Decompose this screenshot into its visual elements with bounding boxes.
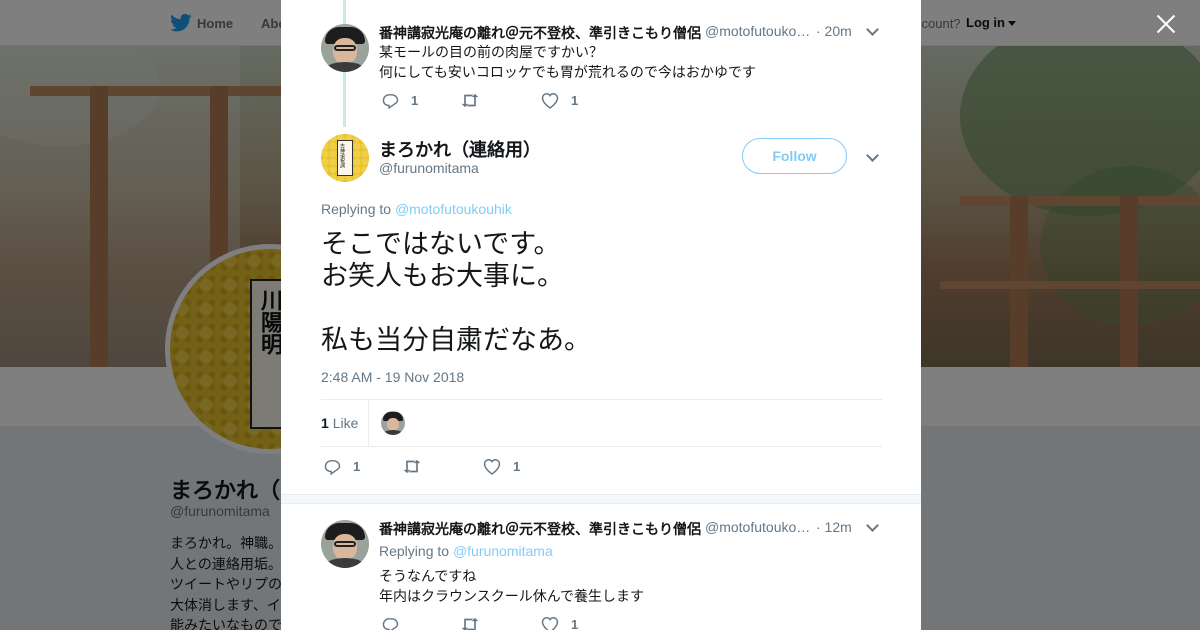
stats-divider (368, 400, 369, 446)
replying-to: Replying to @motofutoukouhik (321, 201, 512, 217)
tweet-text-line: 年内はクラウンスクール休んで養生します (379, 588, 645, 604)
like-count: 1 (513, 459, 521, 474)
chevron-down-icon[interactable] (866, 519, 879, 532)
avatar[interactable] (321, 520, 369, 568)
like-count: 1 (571, 93, 579, 108)
retweet-button[interactable] (460, 616, 492, 630)
tweet-author-handle[interactable]: @furunomitama (379, 160, 479, 176)
likes-label: Like (332, 415, 359, 431)
tweet-text-line: そこではないです。 (321, 229, 561, 259)
reply-icon (382, 94, 399, 109)
tweet-text-line: 某モールの目の前の肉屋ですかい？ (379, 44, 603, 60)
tweet-text-line: お笑人もお大事に。 (321, 261, 564, 291)
retweet-button[interactable] (402, 458, 434, 475)
follow-button[interactable]: Follow (742, 138, 847, 174)
reply-icon (382, 618, 399, 630)
tweet-text-line: 私も当分自粛だなあ。 (321, 325, 591, 355)
reply-button[interactable] (382, 616, 411, 630)
tweet-author-handle[interactable]: @motofutouko… (705, 23, 810, 39)
tweet-author-name[interactable]: 番神講寂光庵の離れ＠元不登校、準引きこもり僧侶 (379, 23, 701, 43)
retweet-icon (403, 459, 421, 474)
retweet-button[interactable] (460, 92, 492, 109)
chevron-down-icon[interactable] (866, 149, 879, 162)
likes-stat[interactable]: 1 Like (321, 415, 358, 431)
section-divider (281, 494, 921, 504)
replying-to-label: Replying to (379, 543, 453, 559)
tweet-time[interactable]: · 12m (816, 519, 852, 535)
tweet-text-line (321, 292, 591, 324)
avatar-text: 古神道祝詞 (339, 143, 345, 168)
like-button[interactable]: 1 (541, 92, 578, 109)
main-tweet-text: そこではないです。 お笑人もお大事に。 私も当分自粛だなあ。 (321, 228, 591, 356)
reply-button[interactable]: 1 (324, 458, 360, 475)
retweet-icon (461, 93, 479, 108)
reply-icon (324, 460, 341, 475)
heart-icon (541, 616, 559, 630)
tweet-modal: 番神講寂光庵の離れ＠元不登校、準引きこもり僧侶 @motofutouko… · … (281, 0, 921, 630)
reply-count: 1 (353, 459, 361, 474)
tweet-author-name[interactable]: 番神講寂光庵の離れ＠元不登校、準引きこもり僧侶 (379, 519, 701, 539)
replying-to-handle[interactable]: @motofutoukouhik (395, 201, 512, 217)
replying-to-handle[interactable]: @furunomitama (453, 543, 553, 559)
like-count: 1 (571, 617, 579, 630)
like-button[interactable]: 1 (541, 616, 578, 630)
likes-count: 1 (321, 415, 329, 431)
avatar[interactable] (321, 24, 369, 72)
tweet-author-handle[interactable]: @motofutouko… (705, 519, 810, 535)
retweet-icon (461, 617, 479, 630)
heart-icon (541, 92, 559, 109)
replying-to: Replying to @furunomitama (379, 543, 553, 559)
chevron-down-icon[interactable] (866, 23, 879, 36)
replying-to-label: Replying to (321, 201, 395, 217)
tweet-text-line: 何にしても安いコロッケでも胃が荒れるので今はおかゆです (379, 64, 756, 80)
tweet-time[interactable]: · 20m (816, 23, 852, 39)
tweet-text-line: そうなんですね (379, 568, 477, 584)
reply-count: 1 (411, 93, 419, 108)
tweet-author-name[interactable]: まろかれ（連絡用） (379, 136, 541, 162)
tweet-timestamp[interactable]: 2:48 AM - 19 Nov 2018 (321, 369, 464, 385)
heart-icon (483, 458, 501, 475)
tweet-stats: 1 Like (321, 399, 882, 447)
like-button[interactable]: 1 (483, 458, 520, 475)
close-icon[interactable] (1154, 12, 1178, 36)
reply-button[interactable]: 1 (382, 92, 418, 109)
avatar[interactable]: 古神道祝詞 (321, 134, 369, 182)
liker-avatar[interactable] (381, 411, 405, 435)
